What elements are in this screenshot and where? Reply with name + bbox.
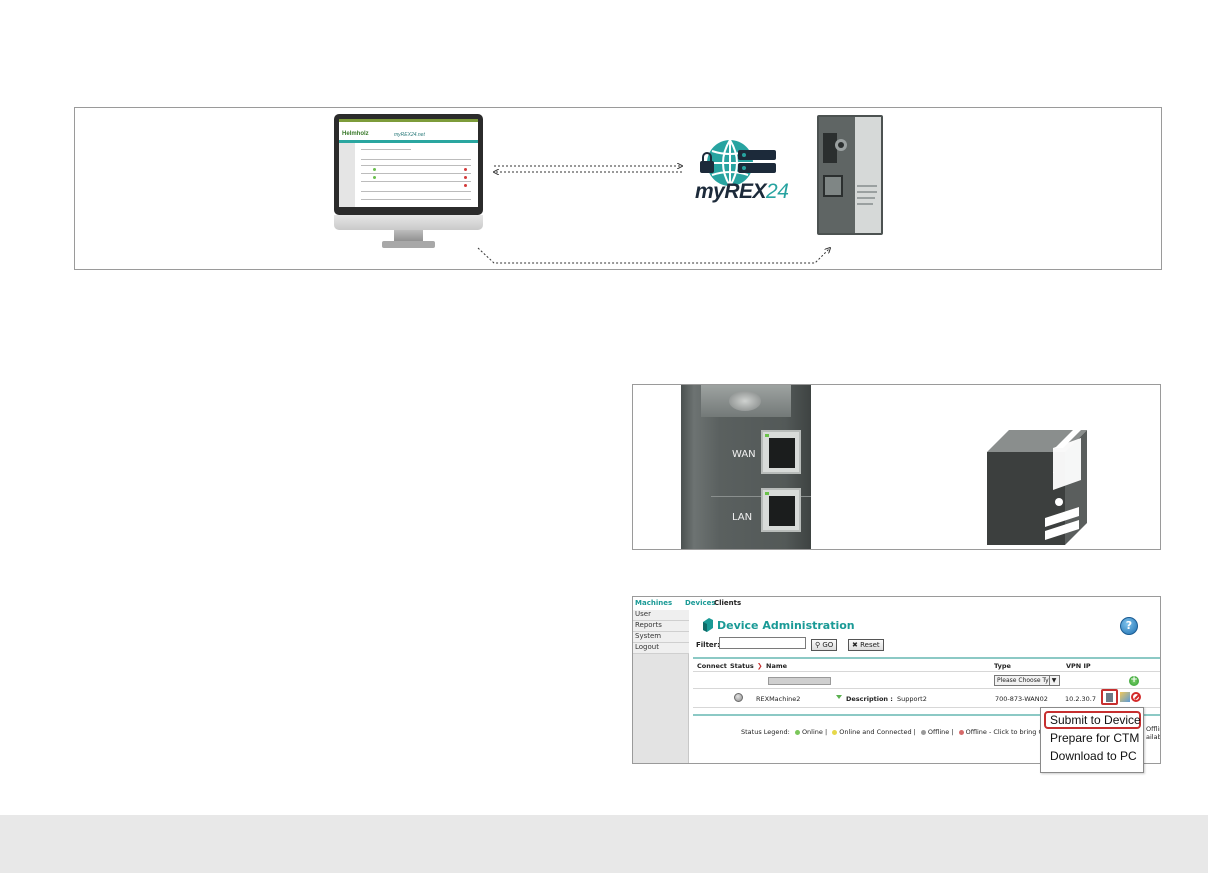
device-admin-icon: [703, 618, 713, 632]
filter-label: Filter:: [696, 641, 720, 649]
chevron-down-icon[interactable]: ▼: [1049, 676, 1058, 685]
mini-sidebar: [339, 143, 355, 207]
pc-tower-icon: [987, 430, 1087, 545]
mini-status-dot: [373, 168, 376, 171]
row-divider: [693, 688, 1160, 689]
nav-machines[interactable]: Machines: [635, 599, 672, 607]
monitor-chin: [334, 215, 483, 230]
description-value: Support2: [897, 695, 927, 703]
edit-icon[interactable]: [1120, 692, 1130, 702]
top-nav: Machines Devices Clients: [633, 597, 1160, 610]
mini-line: [361, 191, 471, 192]
legend-tail-2: ailabl: [1146, 733, 1160, 741]
mini-delete-dot: [464, 184, 467, 187]
status-offline-icon: [734, 693, 743, 702]
status-legend: Status Legend: Online | Online and Conne…: [741, 728, 1043, 736]
search-icon: ⚲: [815, 641, 821, 649]
device-name: REXMachine2: [756, 695, 801, 703]
col-type[interactable]: Type: [994, 662, 1011, 670]
mini-delete-dot: [464, 176, 467, 179]
rex-router-device-icon: [817, 115, 883, 235]
submit-context-menu: Submit to Device Prepare for CTM Downloa…: [1040, 707, 1144, 773]
mini-line: [361, 199, 471, 200]
col-vpn-ip[interactable]: VPN IP: [1066, 662, 1091, 670]
menu-item-prepare-for-ctm[interactable]: Prepare for CTM: [1050, 731, 1139, 745]
col-connect: Connect: [697, 662, 727, 670]
lan-port: [761, 488, 801, 532]
add-device-icon[interactable]: +: [1129, 676, 1139, 686]
col-status: Status: [730, 662, 754, 670]
sidebar-item-system[interactable]: System: [633, 632, 689, 643]
reset-button[interactable]: ✖ Reset: [848, 639, 884, 651]
wan-port-led: [765, 434, 769, 437]
table-header-rule: [693, 657, 1160, 659]
help-icon[interactable]: ?: [1120, 617, 1138, 635]
menu-item-submit-to-device[interactable]: Submit to Device: [1050, 713, 1141, 727]
brand-word: myREX: [695, 180, 767, 203]
wan-port-socket: [769, 438, 795, 468]
connection-diagram-frame: [74, 107, 1162, 270]
myrex24-logo-text: myREX24: [695, 180, 789, 204]
monitor-bezel: Helmholz myREX24.net: [334, 114, 483, 215]
reset-button-label: Reset: [860, 641, 880, 649]
submit-config-icon[interactable]: [1101, 689, 1118, 705]
legend-offline-click: Offline - Click to bring C: [965, 728, 1043, 736]
delete-icon[interactable]: [1131, 692, 1141, 702]
legend-online-connected: Online and Connected |: [839, 728, 916, 736]
device-vpn-ip: 10.2.30.7: [1065, 695, 1097, 703]
wan-port: [761, 430, 801, 474]
legend-offline: Offline |: [927, 728, 954, 736]
sidebar-item-logout[interactable]: Logout: [633, 643, 689, 654]
sidebar-item-user[interactable]: User: [633, 610, 689, 621]
mini-status-dot: [373, 176, 376, 179]
wan-port-label: WAN: [732, 449, 756, 460]
brand-number: 24: [766, 180, 789, 203]
monitor-stand-foot: [382, 241, 435, 248]
mini-brand: myREX24.net: [394, 132, 425, 138]
mini-line: [361, 149, 411, 150]
mini-header-bar: [339, 119, 478, 122]
monitor-screen: Helmholz myREX24.net: [339, 119, 478, 207]
lan-port-label: LAN: [732, 512, 753, 523]
description-label: Description :: [846, 695, 893, 703]
legend-offline-dot: [920, 729, 926, 735]
module-screw: [729, 391, 761, 411]
filter-input[interactable]: [719, 637, 806, 649]
nav-devices[interactable]: Devices: [685, 599, 716, 607]
go-button-label: GO: [822, 641, 834, 649]
page-title: Device Administration: [717, 619, 855, 632]
router-module-photo: WAN LAN: [681, 385, 811, 549]
mini-line: [361, 159, 471, 160]
page-footer-band: [0, 815, 1208, 873]
mini-delete-dot: [464, 168, 467, 171]
page: Helmholz myREX24.net myREX24 WAN LAN Mac…: [0, 0, 1208, 873]
legend-tail-1: Offlin: [1146, 725, 1160, 733]
menu-item-download-to-pc[interactable]: Download to PC: [1050, 749, 1137, 763]
mini-line: [361, 181, 471, 182]
go-button[interactable]: ⚲ GO: [811, 639, 838, 651]
row-divider: [693, 671, 1160, 672]
device-type: 700-873-WAN02: [995, 695, 1048, 703]
computer-monitor: Helmholz myREX24.net: [334, 114, 483, 249]
lan-port-socket: [769, 496, 795, 526]
sidebar-item-reports[interactable]: Reports: [633, 621, 689, 632]
nav-clients[interactable]: Clients: [714, 599, 741, 607]
close-icon: ✖: [852, 641, 858, 649]
lan-port-led: [765, 492, 769, 495]
sort-chevron-icon[interactable]: ❯: [757, 662, 762, 670]
expand-description-icon[interactable]: [836, 695, 842, 699]
legend-label: Status Legend:: [741, 728, 790, 736]
name-filter-input[interactable]: [768, 677, 831, 685]
mini-logo: Helmholz: [342, 131, 369, 137]
mini-line: [361, 165, 471, 166]
col-name[interactable]: Name: [766, 662, 787, 670]
legend-online: Online |: [801, 728, 828, 736]
legend-online-dot: [794, 729, 800, 735]
mini-line: [361, 173, 471, 174]
mini-nav-bar: [339, 140, 478, 143]
legend-connected-dot: [832, 729, 838, 735]
legend-offline-click-dot: [958, 729, 964, 735]
sidebar: User Reports System Logout: [633, 610, 689, 763]
lan-connection-frame: WAN LAN: [632, 384, 1161, 550]
